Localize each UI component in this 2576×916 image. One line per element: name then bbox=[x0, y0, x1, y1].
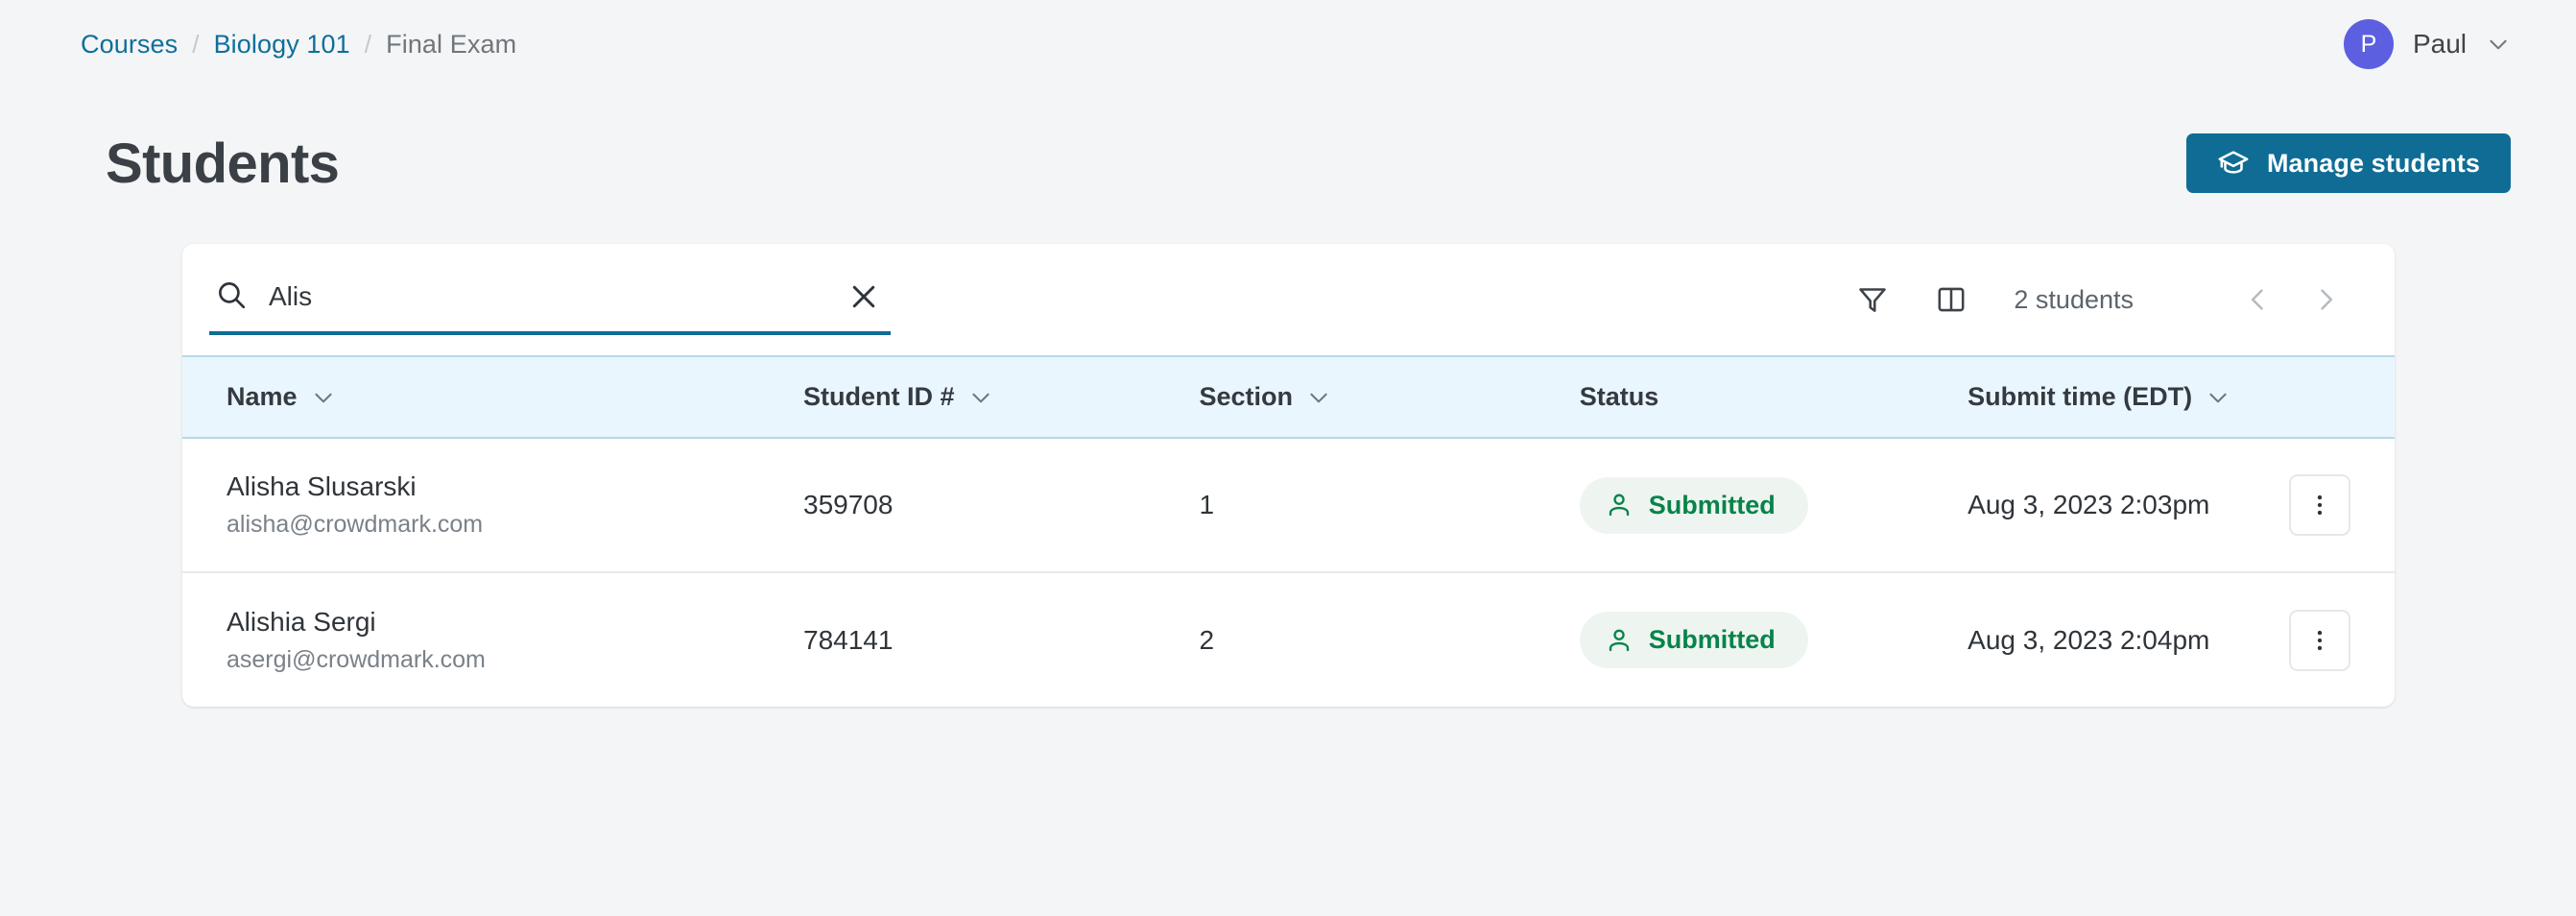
person-icon bbox=[1605, 491, 1634, 519]
manage-students-label: Manage students bbox=[2267, 149, 2480, 179]
table-toolbar: 2 students bbox=[182, 244, 2395, 355]
column-header-status-label: Status bbox=[1580, 382, 1659, 412]
cell-submit-time: Aug 3, 2023 2:04pm bbox=[1968, 572, 2288, 707]
search-icon bbox=[209, 278, 269, 316]
column-header-status: Status bbox=[1580, 356, 1968, 438]
search-input[interactable] bbox=[269, 281, 847, 312]
filter-icon bbox=[1856, 283, 1889, 316]
cell-student-id: 359708 bbox=[803, 438, 1199, 572]
student-count: 2 students bbox=[2014, 285, 2134, 315]
person-icon bbox=[1605, 626, 1634, 655]
column-header-section-label: Section bbox=[1199, 382, 1293, 412]
column-header-name[interactable]: Name bbox=[182, 356, 803, 438]
breadcrumb: Courses / Biology 101 / Final Exam bbox=[81, 30, 516, 60]
table-row[interactable]: Alishia Sergi asergi@crowdmark.com 78414… bbox=[182, 572, 2395, 707]
status-badge-label: Submitted bbox=[1649, 491, 1776, 520]
column-header-name-label: Name bbox=[227, 382, 298, 412]
cell-status: Submitted bbox=[1580, 572, 1968, 707]
cell-name: Alishia Sergi asergi@crowdmark.com bbox=[182, 572, 803, 707]
cell-submit-time: Aug 3, 2023 2:03pm bbox=[1968, 438, 2288, 572]
student-name: Alisha Slusarski bbox=[227, 471, 803, 502]
breadcrumb-item-final-exam: Final Exam bbox=[386, 30, 516, 60]
clear-search-icon[interactable] bbox=[847, 279, 881, 314]
cell-student-id: 784141 bbox=[803, 572, 1199, 707]
top-bar: Courses / Biology 101 / Final Exam P Pau… bbox=[0, 0, 2576, 88]
status-badge-label: Submitted bbox=[1649, 625, 1776, 655]
student-email: asergi@crowdmark.com bbox=[227, 646, 803, 674]
kebab-menu-icon bbox=[2306, 492, 2333, 518]
user-name: Paul bbox=[2413, 29, 2467, 60]
page-header: Students Manage students bbox=[0, 113, 2576, 213]
column-header-student-id-label: Student ID # bbox=[803, 382, 955, 412]
columns-icon bbox=[1935, 283, 1968, 316]
chevron-right-icon bbox=[2312, 286, 2339, 313]
column-header-actions bbox=[2288, 356, 2395, 438]
table-row[interactable]: Alisha Slusarski alisha@crowdmark.com 35… bbox=[182, 438, 2395, 572]
students-table: Name Student ID # bbox=[182, 355, 2395, 707]
column-header-student-id[interactable]: Student ID # bbox=[803, 356, 1199, 438]
row-menu-button[interactable] bbox=[2289, 610, 2350, 671]
page-title: Students bbox=[106, 132, 339, 196]
students-card: 2 students Name bbox=[182, 244, 2395, 707]
chevron-down-icon bbox=[2486, 32, 2511, 57]
column-header-submit-time-label: Submit time (EDT) bbox=[1968, 382, 2192, 412]
cell-status: Submitted bbox=[1580, 438, 1968, 572]
column-header-submit-time[interactable]: Submit time (EDT) bbox=[1968, 356, 2288, 438]
columns-button[interactable] bbox=[1925, 274, 1977, 325]
table-body: Alisha Slusarski alisha@crowdmark.com 35… bbox=[182, 438, 2395, 707]
breadcrumb-separator: / bbox=[365, 30, 371, 60]
cell-section: 1 bbox=[1199, 438, 1579, 572]
user-menu[interactable]: P Paul bbox=[2344, 19, 2511, 69]
graduation-cap-icon bbox=[2217, 147, 2250, 180]
table-head: Name Student ID # bbox=[182, 356, 2395, 438]
cell-section: 2 bbox=[1199, 572, 1579, 707]
table-header-row: Name Student ID # bbox=[182, 356, 2395, 438]
search-container bbox=[209, 244, 891, 355]
previous-page-button[interactable] bbox=[2233, 275, 2283, 325]
breadcrumb-separator: / bbox=[192, 30, 199, 60]
cell-actions bbox=[2288, 572, 2395, 707]
cell-actions bbox=[2288, 438, 2395, 572]
chevron-down-icon bbox=[1306, 385, 1331, 410]
column-header-section[interactable]: Section bbox=[1199, 356, 1579, 438]
manage-students-button[interactable]: Manage students bbox=[2186, 133, 2511, 193]
chevron-down-icon bbox=[968, 385, 993, 410]
breadcrumb-item-biology-101[interactable]: Biology 101 bbox=[214, 30, 350, 60]
status-badge: Submitted bbox=[1580, 477, 1808, 534]
kebab-menu-icon bbox=[2306, 627, 2333, 654]
chevron-down-icon bbox=[2206, 385, 2230, 410]
pagination bbox=[2233, 275, 2350, 325]
cell-name: Alisha Slusarski alisha@crowdmark.com bbox=[182, 438, 803, 572]
student-email: alisha@crowdmark.com bbox=[227, 511, 803, 539]
student-name: Alishia Sergi bbox=[227, 607, 803, 638]
filter-button[interactable] bbox=[1847, 274, 1898, 325]
chevron-down-icon bbox=[311, 385, 336, 410]
status-badge: Submitted bbox=[1580, 612, 1808, 668]
chevron-left-icon bbox=[2245, 286, 2272, 313]
breadcrumb-item-courses[interactable]: Courses bbox=[81, 30, 178, 60]
avatar: P bbox=[2344, 19, 2394, 69]
row-menu-button[interactable] bbox=[2289, 474, 2350, 536]
next-page-button[interactable] bbox=[2301, 275, 2350, 325]
